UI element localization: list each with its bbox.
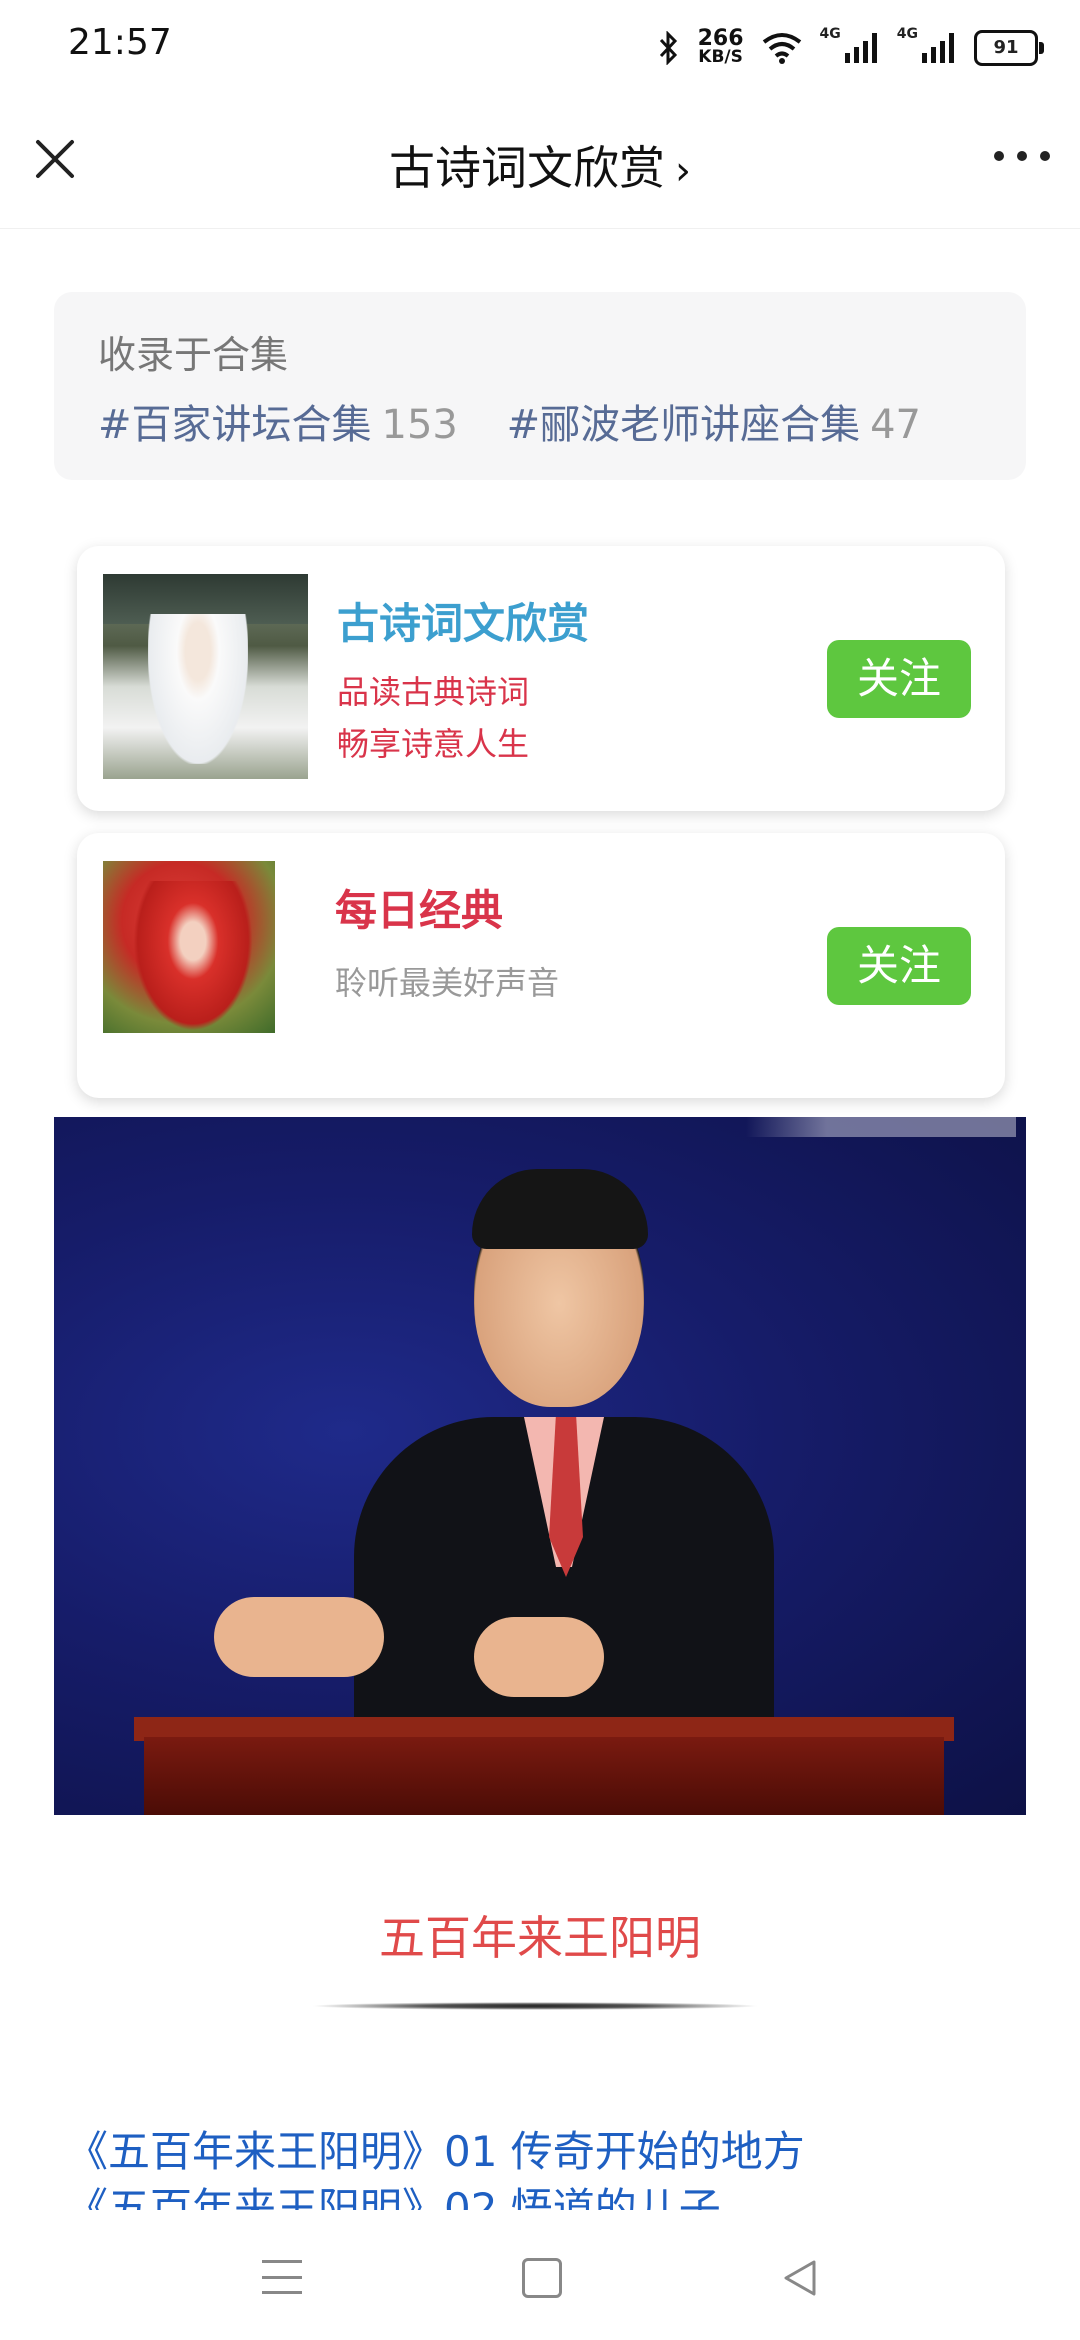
woman-with-umbrella-figure <box>133 881 253 1031</box>
collection-tag-2[interactable]: #郦波老师讲座合集 47 <box>507 402 921 448</box>
wifi-icon <box>762 33 801 64</box>
article-heading: 五百年来王阳明 <box>379 1911 701 1965</box>
collection-label: 收录于合集 <box>98 333 289 377</box>
podium <box>144 1737 944 1815</box>
tag-name: #百家讲坛合集 <box>98 402 372 448</box>
account-description: 品读古典诗词 畅享诗意人生 <box>337 666 529 770</box>
status-time: 21:57 <box>68 22 172 63</box>
chevron-right-icon: › <box>675 148 691 194</box>
account-card[interactable]: 古诗词文欣赏 品读古典诗词 畅享诗意人生 关注 <box>77 546 1005 811</box>
speaker-hand-right <box>474 1617 604 1697</box>
bluetooth-icon <box>659 31 677 65</box>
home-icon[interactable] <box>522 2258 562 2298</box>
article-link[interactable]: 《五百年来王阳明》01 传奇开始的地方 <box>66 2118 805 2179</box>
tag-name: #郦波老师讲座合集 <box>506 402 861 448</box>
more-options-button[interactable] <box>994 136 1050 176</box>
speaker-hand-left <box>214 1597 384 1677</box>
account-description: 聆听最美好声音 <box>335 957 559 1009</box>
net-speed-value: 266 <box>697 26 744 51</box>
dot-icon <box>1040 151 1050 161</box>
account-card[interactable]: 每日经典 聆听最美好声音 关注 <box>77 833 1005 1098</box>
signal-label-2: 4G <box>896 26 918 42</box>
title-bar: 古诗词文欣赏 › <box>0 96 1080 229</box>
tag-count: 47 <box>870 402 922 448</box>
signal-label-1: 4G <box>819 26 841 42</box>
article-link-text: 《五百年来王阳明》02 悟道的儿子 <box>66 2185 721 2213</box>
collection-tags: #百家讲坛合集 153 #郦波老师讲座合集 47 <box>98 392 957 450</box>
woman-figure <box>148 614 248 764</box>
page-title-text: 古诗词文欣赏 <box>389 141 665 195</box>
description-line: 畅享诗意人生 <box>337 725 530 763</box>
follow-button[interactable]: 关注 <box>827 640 971 718</box>
collection-box: 收录于合集 #百家讲坛合集 153 #郦波老师讲座合集 47 <box>54 292 1026 480</box>
signal-icon-2 <box>922 33 954 63</box>
back-icon[interactable] <box>780 2258 820 2298</box>
net-speed-unit: KB/S <box>698 47 743 67</box>
signal-icon <box>844 33 877 63</box>
status-icons: 266 KB/S 4G 4G 91 <box>658 22 1044 74</box>
menu-icon[interactable] <box>262 2260 302 2294</box>
description-line: 品读古典诗词 <box>337 673 530 711</box>
article-link[interactable]: 《五百年来王阳明》02 悟道的儿子 <box>66 2185 721 2213</box>
page-title[interactable]: 古诗词文欣赏 › <box>0 132 1080 198</box>
account-name: 每日经典 <box>335 886 504 935</box>
account-avatar <box>103 574 308 779</box>
follow-button[interactable]: 关注 <box>827 927 971 1005</box>
system-nav-bar <box>0 2210 1080 2340</box>
collection-tag-1[interactable]: #百家讲坛合集 153 <box>98 402 458 448</box>
account-avatar <box>103 861 275 1033</box>
divider <box>310 2002 760 2010</box>
net-speed: 266 KB/S <box>697 26 744 67</box>
speaker-hair <box>472 1169 648 1249</box>
battery-icon: 91 <box>974 30 1044 66</box>
dot-icon <box>994 151 1004 161</box>
tag-count: 153 <box>381 402 458 448</box>
lecture-image[interactable] <box>54 1117 1026 1815</box>
account-name: 古诗词文欣赏 <box>337 599 590 648</box>
status-bar: 21:57 266 KB/S 4G 4G 91 <box>0 0 1080 96</box>
dot-icon <box>1017 151 1027 161</box>
description-line: 聆听最美好声音 <box>335 964 560 1002</box>
watermark <box>746 1117 1016 1137</box>
